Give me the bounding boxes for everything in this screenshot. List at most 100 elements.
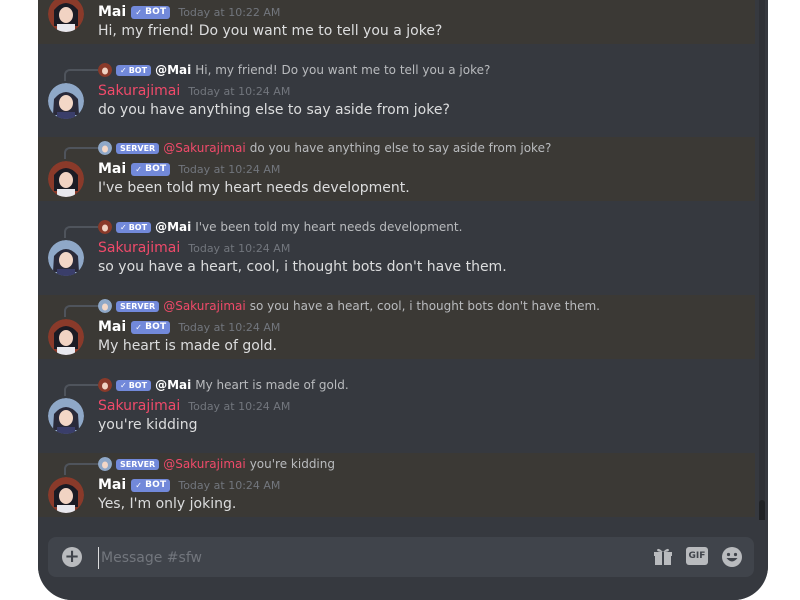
- bot-badge: ✓ BOT: [131, 162, 171, 176]
- reply-preview[interactable]: SERVER @Sakurajimai do you have anything…: [98, 140, 551, 156]
- check-icon: ✓: [135, 480, 143, 490]
- server-badge: SERVER: [116, 142, 160, 154]
- message-sakurajimai: ✓ BOT @Mai I've been told my heart needs …: [38, 216, 755, 280]
- username[interactable]: Sakurajimai: [98, 240, 180, 256]
- message-mai: SERVER @Sakurajimai so you have a heart,…: [38, 295, 755, 359]
- reply-mention: @Sakurajimai: [163, 299, 246, 313]
- mini-avatar-sakurajimai: [98, 299, 112, 313]
- timestamp[interactable]: Today at 10:24 AM: [188, 85, 290, 98]
- reply-bot-badge: ✓ BOT: [116, 379, 152, 391]
- reply-preview[interactable]: ✓ BOT @Mai My heart is made of gold.: [98, 377, 349, 393]
- message-mai: SERVER @Sakurajimai do you have anything…: [38, 137, 755, 201]
- scrollbar-thumb[interactable]: [759, 500, 765, 520]
- reply-mention: @Mai: [155, 63, 192, 77]
- message-header: Sakurajimai Today at 10:24 AM: [98, 81, 290, 101]
- reply-spine: [64, 226, 98, 238]
- reply-spine: [64, 463, 98, 475]
- timestamp[interactable]: Today at 10:24 AM: [178, 479, 280, 492]
- reply-mention: @Mai: [155, 378, 192, 392]
- bot-badge: ✓ BOT: [131, 5, 171, 19]
- username[interactable]: Sakurajimai: [98, 83, 180, 99]
- message-mai: SERVER @Sakurajimai you're kidding Mai ✓…: [38, 453, 755, 517]
- message-content: Hi, my friend! Do you want me to tell yo…: [98, 23, 443, 39]
- reply-spine: [64, 305, 98, 317]
- username[interactable]: Sakurajimai: [98, 398, 180, 414]
- mini-avatar-sakurajimai: [98, 457, 112, 471]
- reply-spine: [64, 69, 98, 81]
- reply-preview[interactable]: ✓ BOT @Mai Hi, my friend! Do you want me …: [98, 62, 490, 78]
- scrollbar-track[interactable]: [759, 0, 765, 520]
- message-header: Mai ✓ BOT Today at 10:24 AM: [98, 159, 280, 179]
- check-icon: ✓: [120, 65, 127, 75]
- bot-badge-label: BOT: [128, 222, 148, 232]
- smiley-icon[interactable]: [721, 546, 743, 568]
- reply-mention: @Mai: [155, 220, 192, 234]
- check-icon: ✓: [135, 7, 143, 17]
- avatar-mai[interactable]: [48, 477, 84, 513]
- message-content: I've been told my heart needs developmen…: [98, 180, 410, 196]
- reply-spine: [64, 384, 98, 396]
- gif-icon[interactable]: GIF: [686, 547, 708, 565]
- bot-badge: ✓ BOT: [131, 320, 171, 334]
- reply-spine: [64, 147, 98, 159]
- reply-mention: @Sakurajimai: [163, 457, 246, 471]
- message-sakurajimai: ✓ BOT @Mai Hi, my friend! Do you want me …: [38, 59, 755, 123]
- reply-text: do you have anything else to say aside f…: [249, 141, 552, 155]
- reply-text: My heart is made of gold.: [195, 378, 349, 392]
- bot-badge-label: BOT: [128, 65, 148, 75]
- mini-avatar-mai: [98, 220, 112, 234]
- avatar-mai[interactable]: [48, 319, 84, 355]
- reply-preview[interactable]: ✓ BOT @Mai I've been told my heart needs …: [98, 219, 462, 235]
- message-content: you're kidding: [98, 417, 198, 433]
- reply-preview[interactable]: SERVER @Sakurajimai so you have a heart,…: [98, 298, 600, 314]
- check-icon: ✓: [120, 222, 127, 232]
- reply-bot-badge: ✓ BOT: [116, 221, 152, 233]
- reply-text: so you have a heart, cool, i thought bot…: [249, 299, 600, 313]
- bot-badge-label: BOT: [145, 7, 167, 17]
- message-header: Mai ✓ BOT Today at 10:22 AM: [98, 2, 280, 22]
- message-mai: Mai ✓ BOT Today at 10:22 AM Hi, my friend…: [38, 0, 755, 44]
- avatar-mai[interactable]: [48, 161, 84, 197]
- bot-badge-label: BOT: [145, 164, 167, 174]
- message-input[interactable]: [98, 547, 603, 569]
- message-content: so you have a heart, cool, i thought bot…: [98, 259, 507, 275]
- timestamp[interactable]: Today at 10:22 AM: [178, 6, 280, 19]
- reply-preview[interactable]: SERVER @Sakurajimai you're kidding: [98, 456, 335, 472]
- bot-badge-label: BOT: [128, 380, 148, 390]
- mini-avatar-sakurajimai: [98, 141, 112, 155]
- reply-text: I've been told my heart needs developmen…: [195, 220, 463, 234]
- check-icon: ✓: [120, 380, 127, 390]
- message-sakurajimai: ✓ BOT @Mai My heart is made of gold. Saku…: [38, 374, 755, 438]
- timestamp[interactable]: Today at 10:24 AM: [178, 321, 280, 334]
- username[interactable]: Mai: [98, 319, 126, 335]
- avatar-mai[interactable]: [48, 0, 84, 32]
- message-content: Yes, I'm only joking.: [98, 496, 237, 512]
- mini-avatar-mai: [98, 378, 112, 392]
- bot-badge: ✓ BOT: [131, 478, 171, 492]
- reply-text: you're kidding: [249, 457, 335, 471]
- bot-badge-label: BOT: [145, 322, 167, 332]
- timestamp[interactable]: Today at 10:24 AM: [188, 400, 290, 413]
- check-icon: ✓: [135, 164, 143, 174]
- plus-circle-icon[interactable]: +: [62, 547, 82, 567]
- avatar-sakurajimai[interactable]: [48, 83, 84, 119]
- check-icon: ✓: [135, 322, 143, 332]
- message-header: Sakurajimai Today at 10:24 AM: [98, 396, 290, 416]
- bot-badge-label: BOT: [145, 480, 167, 490]
- server-badge: SERVER: [116, 300, 160, 312]
- username[interactable]: Mai: [98, 4, 126, 20]
- avatar-sakurajimai[interactable]: [48, 240, 84, 276]
- message-list[interactable]: Mai ✓ BOT Today at 10:22 AM Hi, my friend…: [38, 0, 768, 520]
- server-badge: SERVER: [116, 458, 160, 470]
- gif-label: GIF: [688, 551, 706, 561]
- avatar-sakurajimai[interactable]: [48, 398, 84, 434]
- reply-bot-badge: ✓ BOT: [116, 64, 152, 76]
- message-content: My heart is made of gold.: [98, 338, 277, 354]
- username[interactable]: Mai: [98, 477, 126, 493]
- timestamp[interactable]: Today at 10:24 AM: [188, 242, 290, 255]
- message-header: Mai ✓ BOT Today at 10:24 AM: [98, 475, 280, 495]
- reply-text: Hi, my friend! Do you want me to tell yo…: [195, 63, 491, 77]
- timestamp[interactable]: Today at 10:24 AM: [178, 163, 280, 176]
- username[interactable]: Mai: [98, 161, 126, 177]
- gift-icon[interactable]: [652, 546, 674, 568]
